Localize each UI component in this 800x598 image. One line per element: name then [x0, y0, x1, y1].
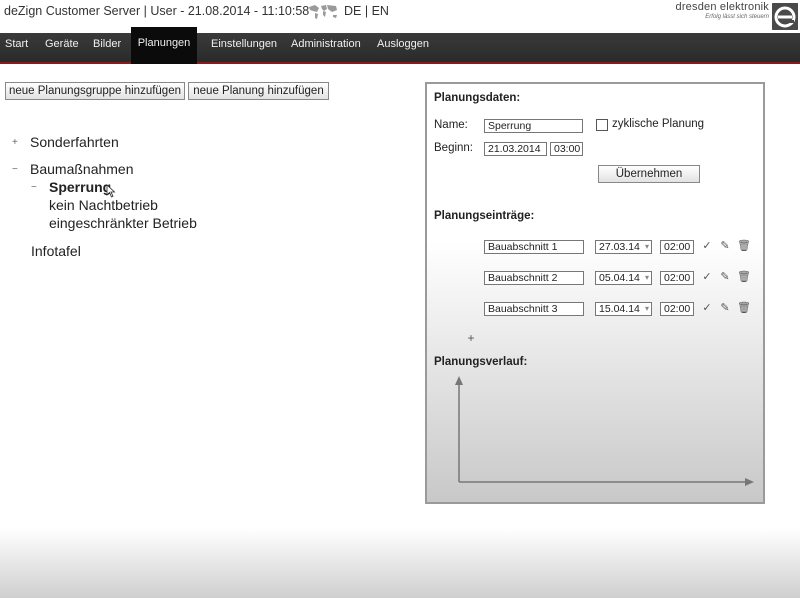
history-chart-axes — [455, 376, 754, 486]
entry-date-field[interactable]: 27.03.14 — [595, 240, 652, 254]
tree-item-infotafel[interactable]: Infotafel — [31, 243, 81, 259]
planning-data-heading: Planungsdaten: — [434, 92, 521, 104]
name-field[interactable]: Sperrung — [484, 119, 583, 133]
begin-label: Beginn: — [434, 142, 474, 154]
add-planning-button[interactable]: neue Planung hinzufügen — [188, 82, 329, 100]
lang-en-link[interactable]: EN — [372, 4, 389, 18]
mouse-cursor-icon — [106, 184, 116, 198]
apply-button[interactable]: Übernehmen — [598, 165, 700, 183]
top-bar: deZign Customer Server | User - 21.08.20… — [0, 0, 800, 33]
tree-item-kein-nachtbetrieb[interactable]: kein Nachtbetrieb — [49, 197, 158, 213]
world-map-icon — [309, 5, 337, 19]
name-label: Name: — [434, 119, 468, 131]
brand-logo — [772, 3, 798, 30]
entry-name-field[interactable]: Bauabschnitt 3 — [484, 302, 584, 316]
nav-start[interactable]: Start — [1, 33, 32, 64]
trash-icon[interactable]: 🗑 — [737, 239, 751, 253]
checkmark-icon[interactable]: ✓ — [700, 239, 714, 253]
begin-date-field[interactable]: 21.03.2014 — [484, 142, 547, 156]
collapse-icon[interactable]: − — [12, 164, 18, 175]
trash-icon[interactable]: 🗑 — [737, 301, 751, 315]
expand-icon[interactable]: + — [12, 137, 18, 148]
lang-de-link[interactable]: DE — [344, 4, 361, 18]
brand: dresden elektronik Erfolg lässt sich ste… — [676, 1, 770, 20]
planning-panel: Planungsdaten: Name: Sperrung zyklische … — [425, 82, 765, 504]
nav-ausloggen[interactable]: Ausloggen — [373, 33, 433, 64]
nav-geraete[interactable]: Geräte — [41, 33, 83, 64]
entry-time-field[interactable]: 02:00 — [660, 240, 694, 254]
footer — [0, 528, 800, 598]
nav-administration[interactable]: Administration — [287, 33, 365, 64]
brand-name: dresden elektronik — [675, 1, 769, 13]
nav-planungen[interactable]: Planungen — [131, 27, 197, 64]
checkmark-icon[interactable]: ✓ — [700, 270, 714, 284]
nav-bilder[interactable]: Bilder — [89, 33, 125, 64]
entry-time-field[interactable]: 02:00 — [660, 302, 694, 316]
entry-time-field[interactable]: 02:00 — [660, 271, 694, 285]
entry-date-field[interactable]: 05.04.14 — [595, 271, 652, 285]
tree-item-sonderfahrten[interactable]: Sonderfahrten — [30, 134, 119, 150]
entry-name-field[interactable]: Bauabschnitt 2 — [484, 271, 584, 285]
add-planning-group-button[interactable]: neue Planungsgruppe hinzufügen — [5, 82, 185, 100]
collapse-icon[interactable]: − — [31, 182, 37, 193]
main-nav: Start Geräte Bilder Planungen Einstellun… — [0, 27, 800, 64]
add-entry-icon[interactable]: + — [464, 331, 478, 345]
checkmark-icon[interactable]: ✓ — [700, 301, 714, 315]
trash-icon[interactable]: 🗑 — [737, 270, 751, 284]
tree-item-eingeschraenkter-betrieb[interactable]: eingeschränkter Betrieb — [49, 215, 197, 231]
nav-einstellungen[interactable]: Einstellungen — [207, 33, 281, 64]
entry-date-field[interactable]: 15.04.14 — [595, 302, 652, 316]
entries-heading: Planungseinträge: — [434, 210, 535, 222]
history-heading: Planungsverlauf: — [434, 356, 528, 368]
edit-icon[interactable]: ✎ — [718, 270, 732, 284]
brand-tagline: Erfolg lässt sich steuern — [705, 14, 769, 20]
tree-item-baumassnahmen[interactable]: Baumaßnahmen — [30, 161, 134, 177]
entry-name-field[interactable]: Bauabschnitt 1 — [484, 240, 584, 254]
cyclic-label: zyklische Planung — [612, 118, 705, 130]
edit-icon[interactable]: ✎ — [718, 301, 732, 315]
cyclic-checkbox[interactable] — [596, 119, 608, 131]
lang-separator: | — [364, 4, 369, 18]
tree-item-sperrung[interactable]: Sperrung — [49, 179, 111, 195]
app-title: deZign Customer Server | User - 21.08.20… — [4, 4, 310, 18]
language-switcher: DE | EN — [344, 4, 389, 18]
edit-icon[interactable]: ✎ — [718, 239, 732, 253]
begin-time-field[interactable]: 03:00 — [550, 142, 583, 156]
